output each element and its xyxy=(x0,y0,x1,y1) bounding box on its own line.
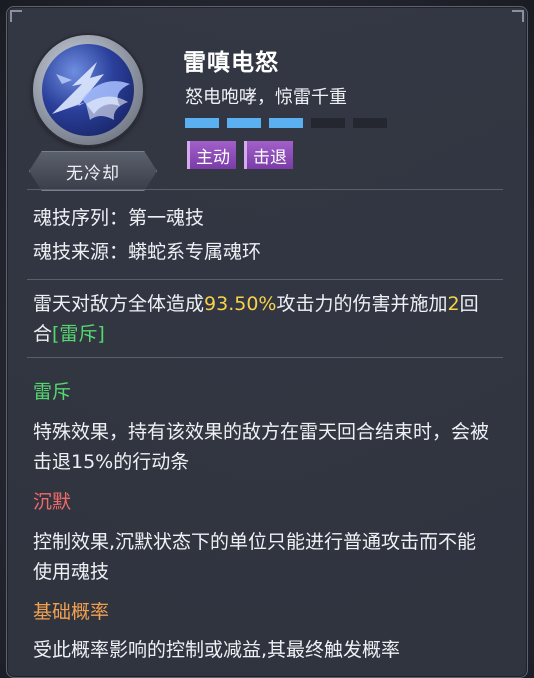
divider xyxy=(27,189,503,190)
level-segment xyxy=(185,118,219,128)
skill-source: 魂技来源：蟒蛇系专属魂环 xyxy=(33,241,262,263)
effect-link[interactable]: [雷斥] xyxy=(52,323,105,345)
corner-ornament xyxy=(10,10,22,22)
effect-title-silence: 沉默 xyxy=(33,491,72,513)
damage-percent: 93.50% xyxy=(204,293,277,315)
divider xyxy=(27,279,503,280)
tag-knockback: 击退 xyxy=(244,141,293,169)
level-segment xyxy=(311,118,345,128)
cooldown-label: 无冷却 xyxy=(66,163,120,184)
lightning-wing-icon xyxy=(42,44,134,136)
effect-text-thunder-repel: 特殊效果，持有该效果的敌方在雷天回合结束时，会被击退15%的行动条 xyxy=(33,421,490,473)
cooldown-badge: 无冷却 xyxy=(29,151,157,191)
effect-text-base-probability: 受此概率影响的控制或减益,其最终触发概率 xyxy=(33,639,401,661)
level-segment xyxy=(227,118,261,128)
level-segment xyxy=(353,118,387,128)
skill-sequence: 魂技序列：第一魂技 xyxy=(33,207,205,229)
effect-title-thunder-repel: 雷斥 xyxy=(33,381,72,403)
skill-description: 雷天对敌方全体造成93.50%攻击力的伤害并施加2回合[雷斥] xyxy=(33,293,479,345)
skill-tags: 主动 击退 xyxy=(187,141,293,169)
skill-subtitle: 怒电咆哮，惊雷千重 xyxy=(185,87,347,108)
effect-text-silence: 控制效果,沉默状态下的单位只能进行普通攻击而不能使用魂技 xyxy=(33,531,477,583)
tag-active: 主动 xyxy=(187,141,236,169)
effect-title-base-probability: 基础概率 xyxy=(33,601,110,623)
corner-ornament xyxy=(512,10,524,22)
skill-tooltip-panel: 无冷却 雷嗔电怒 怒电咆哮，惊雷千重 主动 击退 魂技序列：第一魂技 魂技来源：… xyxy=(6,6,528,678)
level-segment xyxy=(269,118,303,128)
divider xyxy=(27,357,503,358)
turn-count: 2 xyxy=(447,293,460,315)
skill-name: 雷嗔电怒 xyxy=(183,49,279,76)
skill-icon xyxy=(33,35,143,145)
skill-level-bar xyxy=(185,118,387,128)
